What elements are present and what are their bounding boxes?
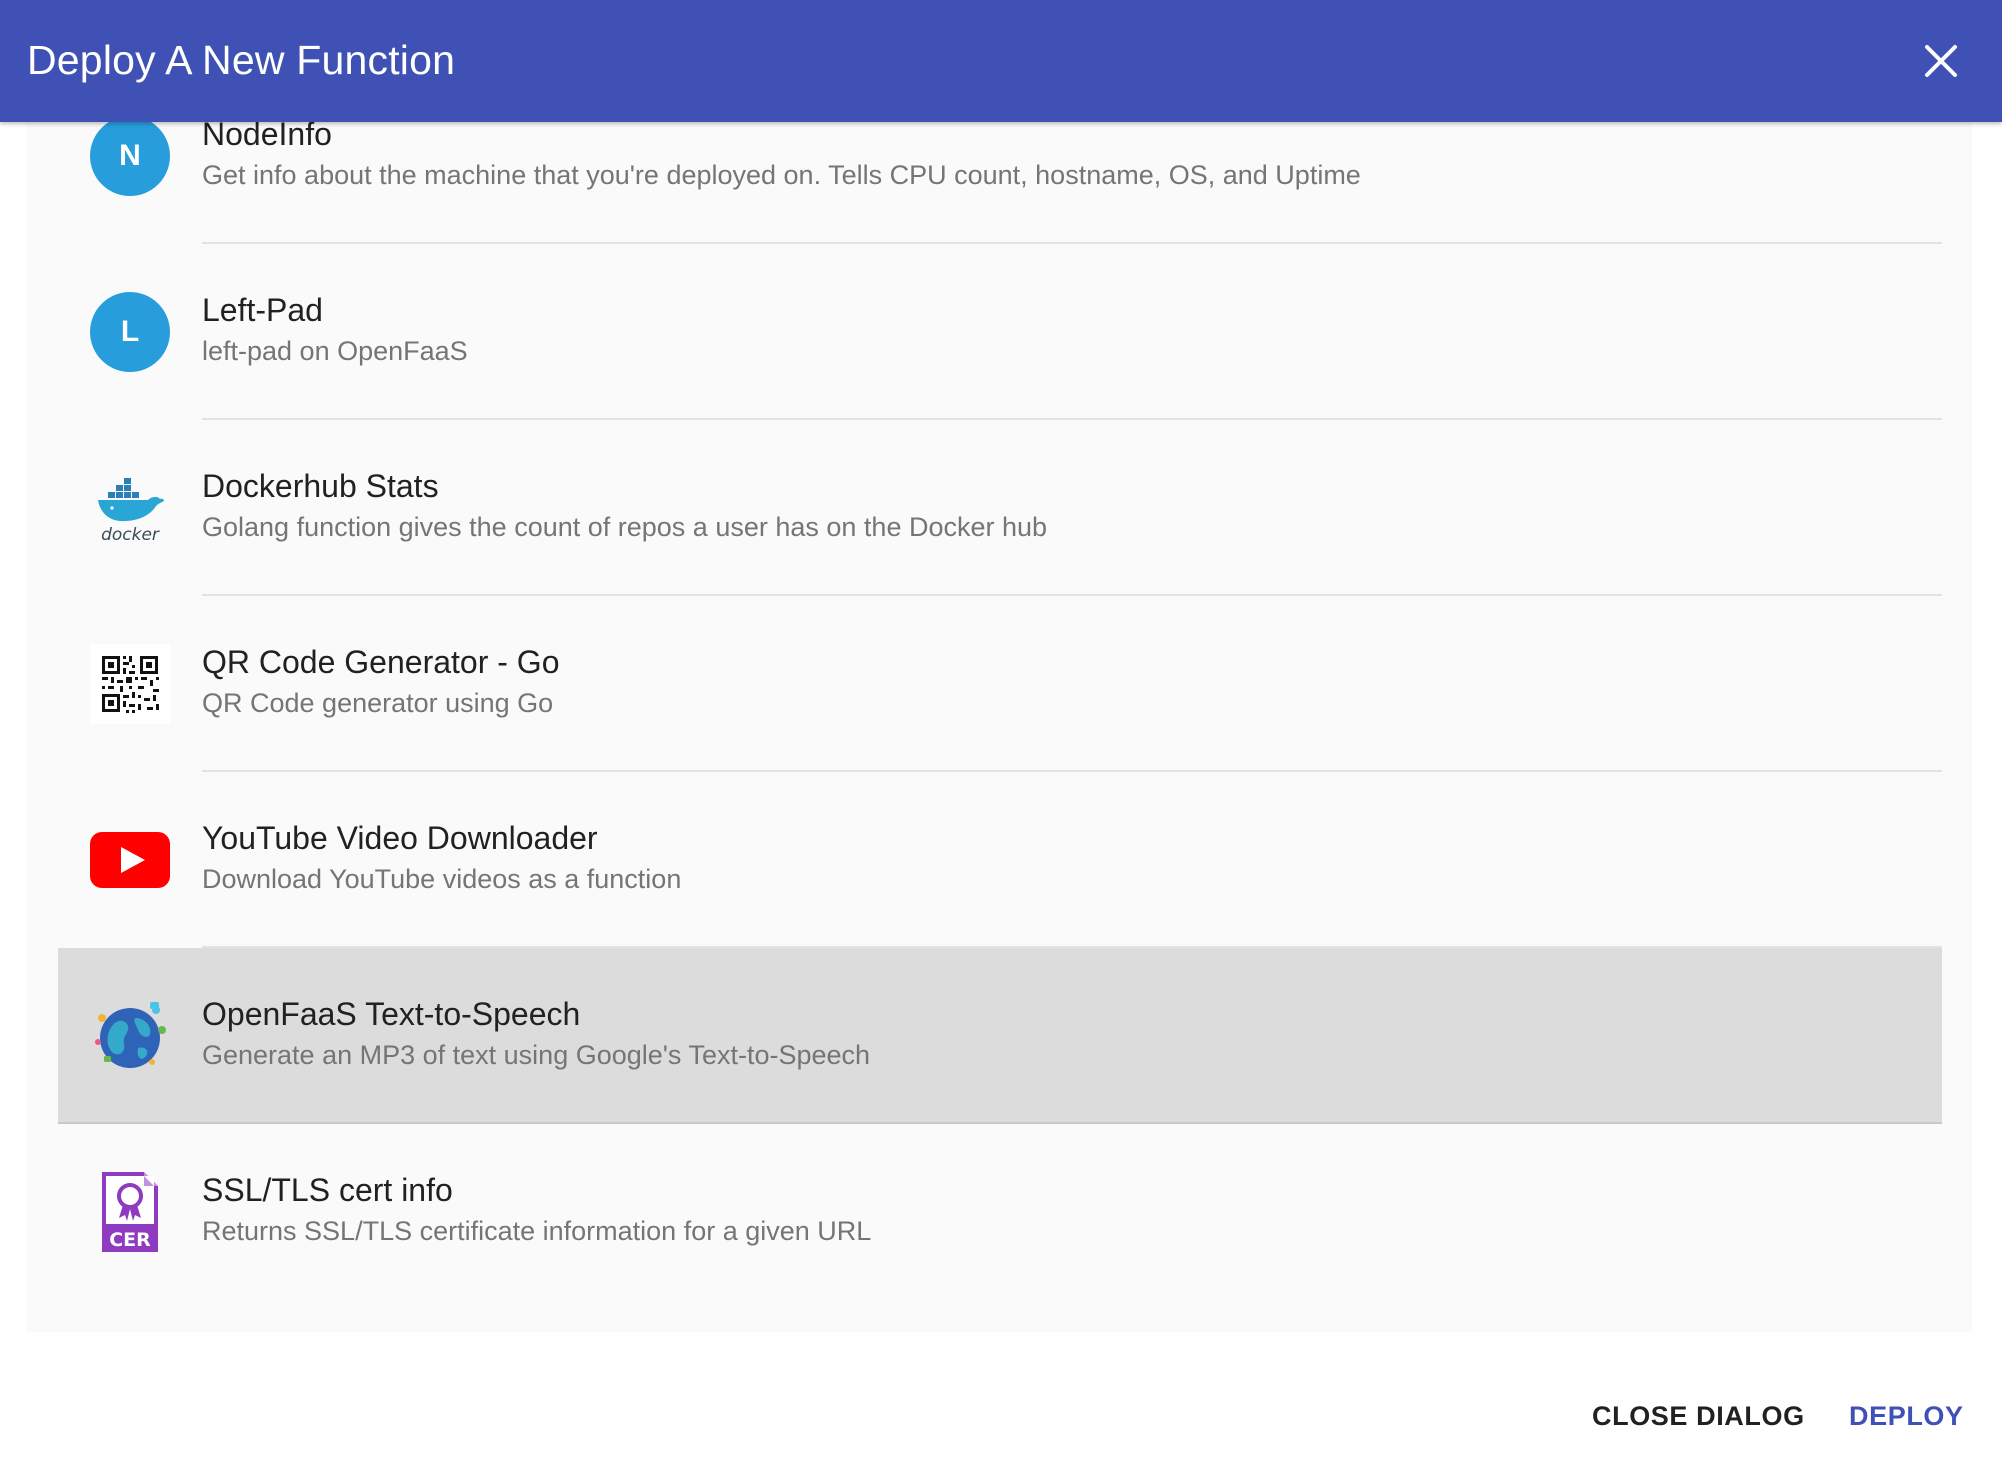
close-icon: [1925, 45, 1957, 77]
function-item-left-pad[interactable]: L Left-Pad left-pad on OpenFaaS: [26, 244, 1972, 420]
dialog-header: Deploy A New Function: [0, 0, 2002, 122]
globe-icon: [90, 996, 170, 1076]
function-title: OpenFaaS Text-to-Speech: [202, 996, 581, 1032]
function-item-qr-code-generator[interactable]: QR Code Generator - Go QR Code generator…: [26, 596, 1972, 772]
certificate-label: CER: [109, 1229, 151, 1251]
certificate-icon: CER: [90, 1172, 170, 1252]
close-dialog-button[interactable]: CLOSE DIALOG: [1592, 1396, 1805, 1436]
function-description: QR Code generator using Go: [202, 688, 554, 718]
qr-code-icon: [90, 644, 170, 724]
function-item-text-to-speech[interactable]: OpenFaaS Text-to-Speech Generate an MP3 …: [58, 948, 1942, 1124]
left-pad-avatar: L: [90, 292, 170, 372]
function-description: Returns SSL/TLS certificate information …: [202, 1216, 872, 1246]
avatar: L: [90, 292, 170, 372]
deploy-button[interactable]: DEPLOY: [1849, 1396, 1964, 1436]
function-description: Download YouTube videos as a function: [202, 864, 682, 894]
function-title: Left-Pad: [202, 292, 323, 328]
docker-logo-text: docker: [101, 525, 160, 545]
function-title: SSL/TLS cert info: [202, 1172, 453, 1208]
function-title: YouTube Video Downloader: [202, 820, 598, 856]
dialog-actions: CLOSE DIALOG DEPLOY: [0, 1332, 2002, 1464]
function-title: Dockerhub Stats: [202, 468, 439, 504]
function-description: Golang function gives the count of repos…: [202, 512, 1048, 542]
function-item-youtube-downloader[interactable]: YouTube Video Downloader Download YouTub…: [26, 772, 1972, 948]
docker-logo-icon: docker: [90, 468, 170, 548]
function-description: left-pad on OpenFaaS: [202, 336, 468, 366]
function-title: QR Code Generator - Go: [202, 644, 560, 680]
function-item-nodeinfo[interactable]: N NodeInfo Get info about the machine th…: [26, 122, 1972, 244]
function-item-dockerhub-stats[interactable]: docker Dockerhub Stats Golang function g…: [26, 420, 1972, 596]
function-title: NodeInfo: [202, 122, 332, 152]
youtube-icon: [90, 820, 170, 900]
close-button[interactable]: [1916, 36, 1966, 86]
function-description: Get info about the machine that you're d…: [202, 160, 1361, 190]
function-list-scroll[interactable]: N NodeInfo Get info about the machine th…: [26, 122, 1972, 1332]
function-item-ssl-cert-info[interactable]: CER SSL/TLS cert info Returns SSL/TLS ce…: [26, 1124, 1972, 1300]
avatar: N: [90, 122, 170, 196]
function-description: Generate an MP3 of text using Google's T…: [202, 1040, 871, 1070]
dialog-title: Deploy A New Function: [27, 37, 456, 83]
function-list: N NodeInfo Get info about the machine th…: [26, 122, 1972, 1300]
nodeinfo-avatar: N: [90, 122, 170, 196]
